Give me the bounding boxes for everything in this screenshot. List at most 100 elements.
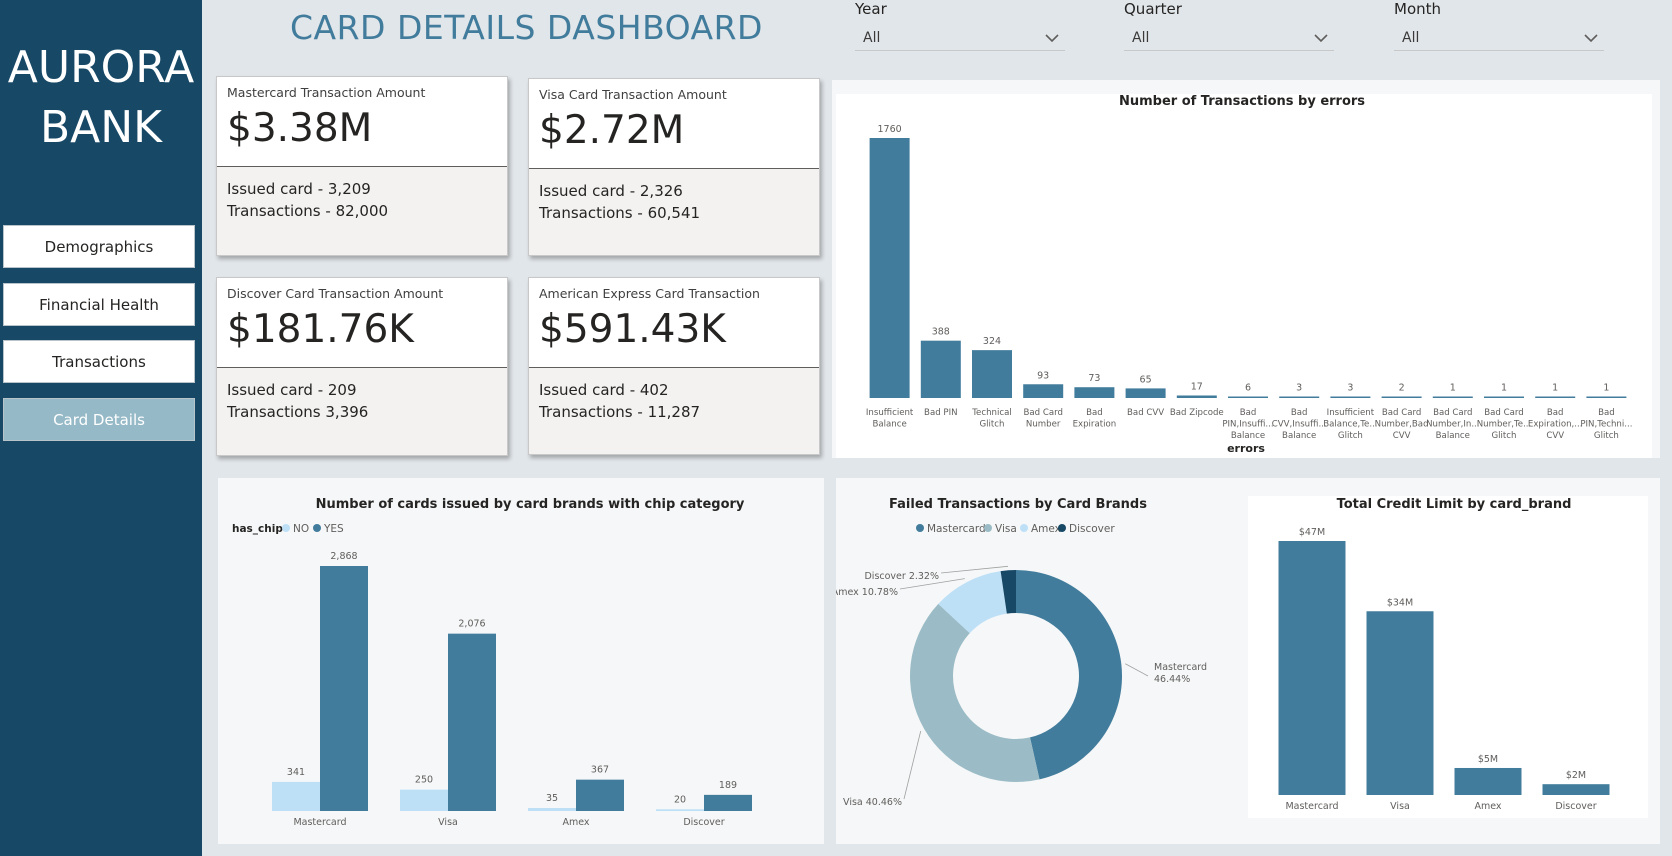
chip-bar-yes[interactable]: [320, 566, 368, 811]
error-category-label: PIN,Insuffi...: [1222, 420, 1273, 430]
error-bar[interactable]: [1023, 384, 1064, 398]
chip-bar-yes[interactable]: [576, 779, 624, 811]
error-bar-data-label: 1760: [878, 124, 902, 135]
error-bar[interactable]: [1432, 396, 1473, 399]
error-category-label: Bad Zipcode: [1170, 408, 1224, 418]
nav-transactions-button[interactable]: Transactions: [3, 340, 195, 383]
errors-chart-panel: Number of Transactions by errors 1760 Ins…: [832, 80, 1660, 458]
error-category-label: Glitch: [1492, 431, 1517, 441]
error-bar[interactable]: [869, 138, 910, 398]
error-category-label: Number,Te...: [1477, 420, 1532, 430]
donut-leader-line: [903, 730, 922, 800]
nav-demographics-button[interactable]: Demographics: [3, 225, 195, 268]
donut-label: Discover 2.32%: [864, 571, 939, 582]
credit-bar[interactable]: [1454, 767, 1522, 795]
month-slicer: Month All: [1394, 0, 1604, 51]
kpi-transactions: Transactions - 82,000: [227, 202, 389, 220]
chip-bar-no[interactable]: [272, 781, 320, 811]
chip-bar-yes[interactable]: [448, 633, 496, 811]
error-bar-data-label: 1: [1552, 383, 1558, 394]
legend-no-marker: [282, 524, 290, 532]
credit-bar[interactable]: [1366, 611, 1434, 795]
kpi-label: Discover Card Transaction Amount: [227, 286, 444, 301]
failed-transactions-chart: Failed Transactions by Card Brands Maste…: [836, 497, 1207, 808]
error-category-label: CVV: [1393, 431, 1411, 441]
error-bar[interactable]: [1484, 396, 1524, 399]
error-bar-data-label: 1: [1501, 383, 1507, 394]
credit-bar-data-label: $2M: [1566, 770, 1586, 781]
month-dropdown[interactable]: All: [1394, 25, 1604, 51]
credit-category-label: Mastercard: [1285, 801, 1338, 812]
error-category-label: Insufficient: [866, 408, 914, 418]
error-bar[interactable]: [1279, 396, 1320, 399]
error-category-label: Bad Card: [1023, 408, 1062, 418]
chip-bar-data-label: 250: [415, 775, 433, 786]
error-bar[interactable]: [1535, 396, 1576, 399]
kpi-card-header: Discover Card Transaction Amount $181.76…: [217, 278, 507, 368]
error-category-label: Bad Card: [1382, 408, 1421, 418]
error-category-label: Balance: [1282, 431, 1316, 441]
error-bar[interactable]: [1228, 396, 1268, 399]
year-slicer-label: Year: [855, 0, 887, 18]
error-category-label: Bad: [1086, 408, 1103, 418]
chevron-down-icon: [1584, 33, 1598, 42]
legend-marker: [984, 524, 992, 532]
kpi-details: Issued card - 2,326 Transactions - 60,54…: [529, 169, 819, 224]
year-dropdown[interactable]: All: [855, 25, 1065, 51]
chip-category-label: Discover: [683, 817, 724, 828]
chip-bar-data-label: 2,076: [458, 619, 485, 630]
credit-bar[interactable]: [1542, 784, 1610, 795]
credit-bar[interactable]: [1278, 541, 1346, 795]
chip-category-label: Mastercard: [293, 817, 346, 828]
error-bar-data-label: 388: [932, 327, 950, 338]
error-category-label: Balance: [1231, 431, 1265, 441]
error-category-label: Glitch: [980, 420, 1005, 430]
kpi-card-amex: American Express Card Transaction $591.4…: [528, 277, 820, 455]
kpi-details: Issued card - 402 Transactions - 11,287: [529, 368, 819, 423]
error-category-label: Glitch: [1594, 431, 1619, 441]
error-category-label: CVV,Insuffi...: [1272, 420, 1327, 430]
credit-limit-chart: Total Credit Limit by card_brand $47M Mas…: [1278, 497, 1610, 812]
page-title: CARD DETAILS DASHBOARD: [290, 8, 763, 47]
donut-slice-visa[interactable]: [910, 603, 1040, 782]
nav-financial-health-button[interactable]: Financial Health: [3, 283, 195, 326]
chip-bar-yes[interactable]: [704, 794, 752, 811]
legend-marker: [1020, 524, 1028, 532]
error-category-label: Number,In...: [1426, 420, 1479, 430]
month-slicer-label: Month: [1394, 0, 1442, 18]
chip-bar-data-label: 35: [546, 793, 558, 804]
chip-bar-no[interactable]: [528, 808, 576, 811]
error-category-label: Insufficient: [1327, 408, 1375, 418]
error-bar[interactable]: [1330, 396, 1371, 399]
error-bar[interactable]: [920, 340, 961, 398]
error-bar[interactable]: [972, 350, 1012, 398]
chip-bar-data-label: 367: [591, 765, 609, 776]
error-bar[interactable]: [1074, 387, 1115, 398]
quarter-slicer: Quarter All: [1124, 0, 1334, 51]
quarter-dropdown[interactable]: All: [1124, 25, 1334, 51]
error-category-label: Technical: [971, 408, 1011, 418]
chart-title: Number of Transactions by errors: [1119, 94, 1365, 109]
error-bar[interactable]: [1125, 388, 1166, 398]
credit-bar-data-label: $34M: [1387, 597, 1413, 608]
kpi-card-visa: Visa Card Transaction Amount $2.72M Issu…: [528, 78, 820, 256]
brand-line1: AURORA: [7, 42, 195, 93]
donut-label-pct: 46.44%: [1154, 674, 1190, 685]
error-bar-data-label: 3: [1296, 383, 1302, 394]
credit-bar-data-label: $5M: [1478, 754, 1498, 765]
error-bar[interactable]: [1176, 395, 1217, 398]
error-category-label: Bad PIN: [924, 408, 958, 418]
credit-bar-data-label: $47M: [1299, 527, 1325, 538]
quarter-dropdown-value: All: [1132, 29, 1150, 46]
legend-label: Discover: [1069, 523, 1115, 535]
nav-card-details-button[interactable]: Card Details: [3, 398, 195, 441]
chip-bar-no[interactable]: [656, 809, 704, 811]
error-bar[interactable]: [1586, 396, 1627, 399]
donut-label: Amex 10.78%: [836, 587, 898, 598]
error-bar[interactable]: [1381, 396, 1422, 399]
brand-logo: AURORA BANK: [0, 38, 202, 158]
kpi-label: Mastercard Transaction Amount: [227, 85, 426, 100]
quarter-slicer-label: Quarter: [1124, 0, 1182, 18]
error-category-label: Number,Bad: [1375, 420, 1429, 430]
chip-bar-no[interactable]: [400, 789, 448, 811]
